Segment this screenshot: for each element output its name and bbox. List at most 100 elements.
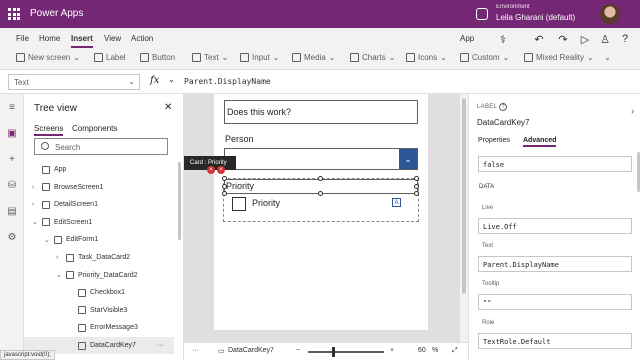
fit-to-window-icon[interactable]: ⤢ [452,347,458,355]
tooltip-field[interactable]: "" [478,294,632,310]
menu-view[interactable]: View [104,34,121,43]
tree-search-input[interactable]: Search [34,138,168,155]
tree-node[interactable]: › BrowseScreen1 [24,179,174,196]
more-options-icon[interactable]: ··· [192,347,199,354]
tree-node-label: StarVisible3 [90,306,128,314]
custom-button[interactable]: Custom ⌄ [460,53,509,62]
checkbox-label: Priority [252,198,281,208]
zoom-in-button[interactable]: + [390,347,394,354]
tab-components[interactable]: Components [72,124,117,133]
resize-handle[interactable] [318,176,323,181]
close-icon[interactable]: ✕ [164,102,172,113]
help-icon[interactable]: ? [499,103,507,111]
search-icon [41,142,49,150]
property-dropdown[interactable]: Text ⌄ [8,74,140,90]
tree-node[interactable]: Checkbox1 [24,284,174,301]
chevron-down-icon[interactable]: ⌄ [168,75,175,84]
chevron-right-icon[interactable]: › [32,184,38,191]
priority-checkbox[interactable] [232,197,246,211]
chevron-down-icon[interactable]: ⌄ [56,271,62,279]
live-field[interactable]: Live.Off [478,218,632,234]
resize-handle[interactable] [414,191,419,196]
tree-view-panel: Tree view ✕ Screens Components Search Ap… [24,94,184,360]
error-icon[interactable]: × [217,166,225,174]
avatar[interactable] [600,4,620,24]
tab-properties[interactable]: Properties [478,137,510,144]
control-icon [78,323,86,332]
charts-button[interactable]: Charts ⌄ [350,53,395,62]
canvas-scrollbar[interactable] [460,94,468,342]
media-icon[interactable]: ▤ [6,206,18,218]
menu-file[interactable]: File [16,34,29,43]
chevron-down-icon[interactable]: ⌄ [32,218,38,226]
chevron-down-icon: ⌄ [73,53,80,62]
chevron-right-icon[interactable]: › [32,201,38,208]
chevron-down-icon[interactable]: ⌄ [44,236,50,244]
undo-icon[interactable]: ↶ [532,32,546,46]
add-icon[interactable]: + [6,154,18,166]
advanced-tools-icon[interactable]: ⚙ [6,232,18,244]
role-field[interactable]: TextRole.Default [478,333,632,349]
environment-icon[interactable] [476,8,488,20]
error-icon[interactable]: × [207,166,215,174]
media-button[interactable]: Media ⌄ [292,53,336,62]
play-icon[interactable]: ▷ [578,32,592,46]
question-text-input[interactable]: Does this work? [224,100,418,124]
redo-icon[interactable]: ↷ [556,32,570,46]
resize-handle[interactable] [414,176,419,181]
label-button[interactable]: Label [94,53,126,62]
tree-node[interactable]: ⌄ EditForm1 [24,231,174,248]
text-button[interactable]: Text ⌄ [192,53,228,62]
menu-app[interactable]: App [460,34,474,43]
menu-action[interactable]: Action [131,34,153,43]
tree-node[interactable]: ErrorMessage3 [24,319,174,336]
scrollbar-thumb[interactable] [462,98,466,294]
resize-handle[interactable] [318,191,323,196]
help-icon[interactable]: ? [618,32,632,46]
selected-control-name[interactable]: DataCardKey7 [228,347,274,354]
input-button[interactable]: Input ⌄ [240,53,280,62]
layers-icon[interactable]: ▣ [6,128,18,140]
chevron-right-icon[interactable]: › [56,254,62,261]
property-value-field[interactable]: false [478,156,632,172]
chevron-right-icon[interactable]: › [631,106,634,117]
tree-node[interactable]: StarVisible3 [24,302,174,319]
resize-handle[interactable] [222,176,227,181]
tree-node[interactable]: ⌄ EditScreen1 [24,214,174,231]
tree-node[interactable]: › Task_DataCard2 [24,249,174,266]
mixed-reality-button[interactable]: Mixed Reality ⌄ [524,53,594,62]
resize-handle[interactable] [222,184,227,189]
tree-node[interactable]: › DetailScreen1 [24,196,174,213]
environment-name[interactable]: Leila Gharani (default) [496,13,575,22]
database-icon[interactable]: ⛁ [6,180,18,192]
chevron-down-icon: ⌄ [502,53,510,62]
formula-input[interactable]: Parent.DisplayName [184,77,271,86]
tree-node[interactable]: ⌄ Priority_DataCard2 [24,267,174,284]
icons-button[interactable]: Icons ⌄ [406,53,447,62]
person-combobox[interactable]: ⌄ [224,148,418,170]
stethoscope-icon[interactable]: ⚕ [496,32,510,46]
new-screen-button[interactable]: New screen ⌄ [16,53,80,62]
ribbon-expand-button[interactable]: ⌄ [604,53,611,62]
button-button[interactable]: Button [140,53,175,62]
more-options-icon[interactable]: ··· [157,342,164,349]
text-field[interactable]: Parent.DisplayName [478,256,632,272]
zoom-out-button[interactable]: − [296,347,300,354]
user-icon[interactable]: ♙ [598,32,612,46]
zoom-slider[interactable] [308,351,384,353]
tab-advanced[interactable]: Advanced [523,137,557,147]
control-name[interactable]: DataCardKey7 [477,118,529,127]
fx-icon[interactable]: fx [150,75,159,86]
menu-insert[interactable]: Insert [71,34,93,48]
chevron-down-icon[interactable]: ⌄ [399,149,417,169]
resize-handle[interactable] [222,191,227,196]
zoom-slider-thumb[interactable] [332,347,335,357]
menu-home[interactable]: Home [39,34,60,43]
resize-handle[interactable] [414,184,419,189]
tab-screens[interactable]: Screens [34,124,64,136]
tree-scrollbar[interactable] [178,162,181,240]
hamburger-icon[interactable]: ≡ [6,102,18,114]
tree-node[interactable]: App [24,161,174,178]
app-launcher-icon[interactable] [8,8,20,20]
tree-node-label: DetailScreen1 [54,201,98,209]
